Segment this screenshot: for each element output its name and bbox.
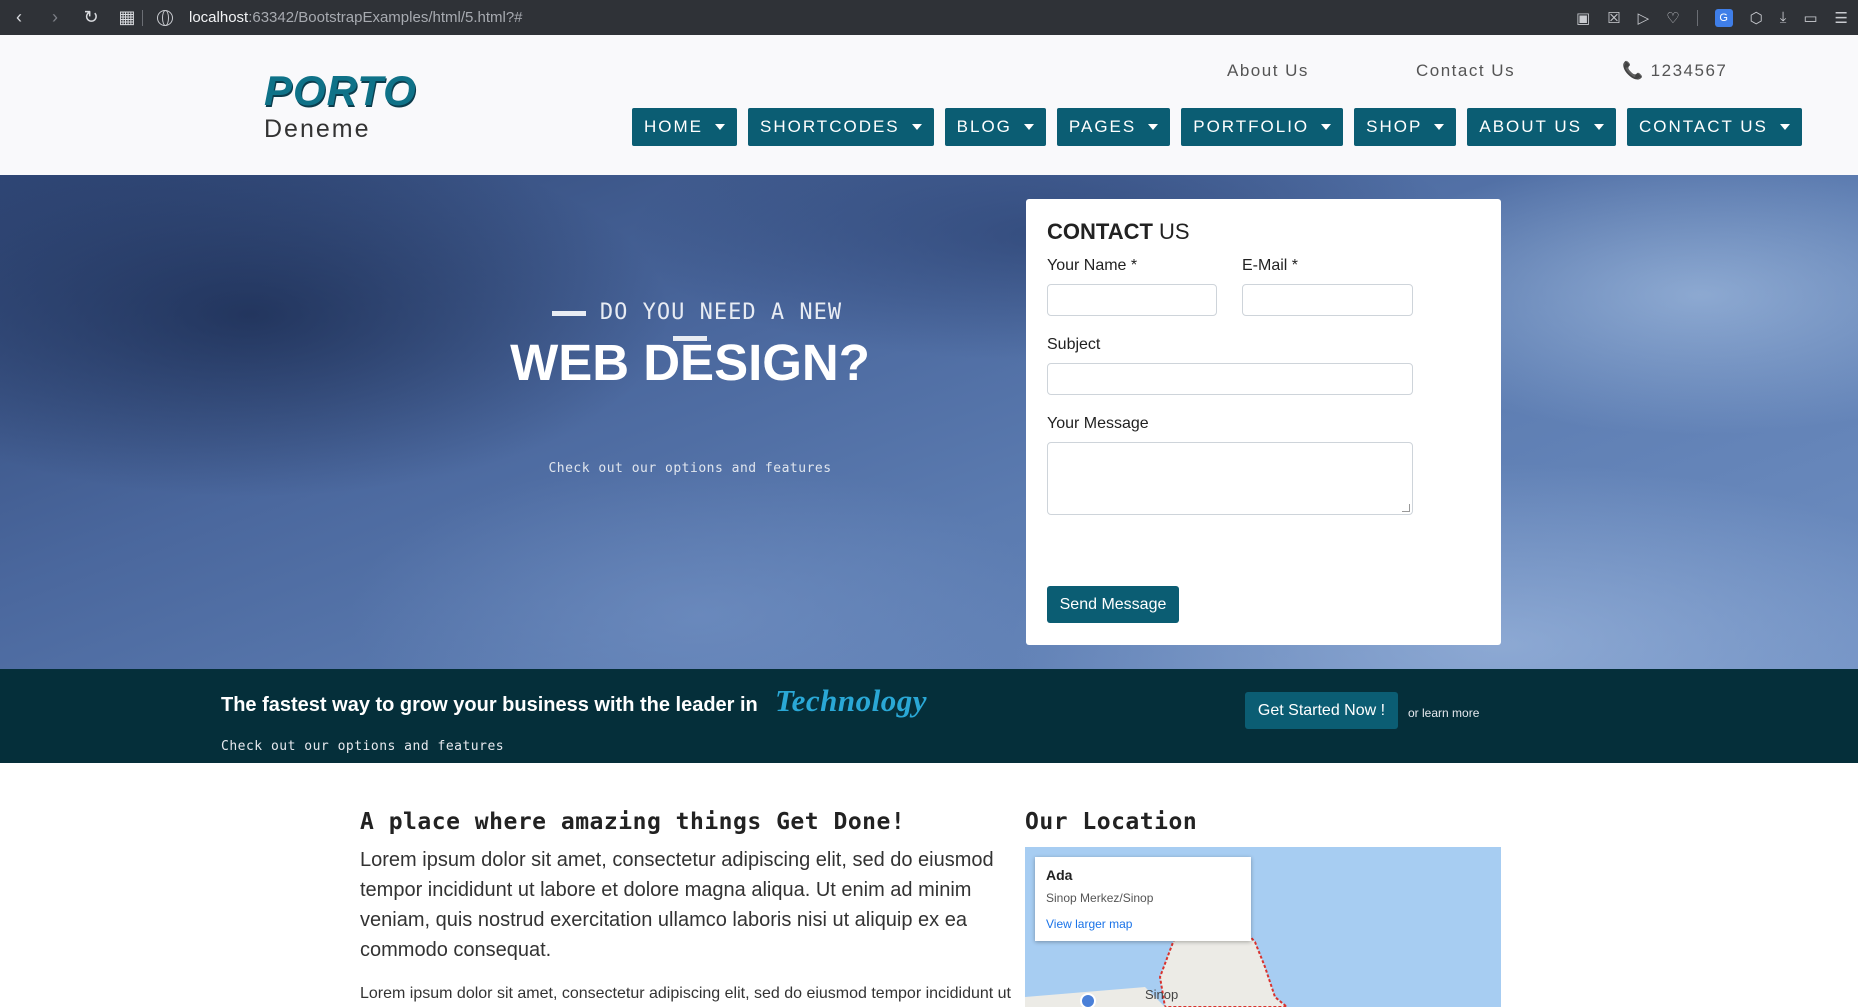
nav-blog[interactable]: BLOG (944, 108, 1046, 146)
top-link-about[interactable]: About Us (1227, 61, 1309, 81)
cta-subtext: Check out our options and features (221, 739, 505, 754)
form-title-bold: CONTACT (1047, 219, 1153, 244)
send-icon[interactable]: ▷ (1638, 9, 1650, 27)
nav-shortcodes[interactable]: SHORTCODES (748, 108, 934, 146)
phone-number: 1234567 (1650, 61, 1728, 80)
message-label: Your Message (1047, 415, 1149, 432)
second-paragraph: Lorem ipsum dolor sit amet, consectetur … (360, 985, 1011, 1002)
nav-label: PAGES (1068, 117, 1137, 136)
hero-title: WEB DESIGN? (510, 334, 870, 391)
message-textarea[interactable] (1047, 442, 1413, 515)
nav-contact-us[interactable]: CONTACT US (1626, 108, 1802, 146)
browser-nav: ‹ › ↻ ▦ (0, 7, 136, 28)
cta-highlight: Technology (775, 683, 927, 718)
download-icon[interactable]: ⤓ (1780, 9, 1787, 26)
cta-band: The fastest way to grow your business wi… (0, 669, 1858, 763)
section-title: A place where amazing things Get Done! (360, 809, 905, 835)
nav-label: BLOG (956, 117, 1012, 136)
caret-down-icon (1321, 124, 1332, 130)
map-place-title: Ada (1046, 867, 1073, 883)
contact-form: CONTACT US Your Name * E-Mail * Subject … (1026, 199, 1501, 645)
heart-icon[interactable]: ♡ (1666, 9, 1679, 27)
location-title-bold: Location (1082, 809, 1198, 835)
form-title-rest: US (1152, 219, 1190, 244)
caret-down-icon (1593, 124, 1604, 130)
tabs-grid-icon[interactable]: ▦ (118, 7, 136, 28)
browser-toolbar: ‹ › ↻ ▦ localhost:63342/BootstrapExample… (0, 0, 1858, 35)
nav-pages[interactable]: PAGES (1056, 108, 1171, 146)
cta-headline: The fastest way to grow your business wi… (221, 694, 758, 716)
url-path: :63342/BootstrapExamples/html/5.html?# (248, 9, 523, 26)
caret-down-icon (1779, 124, 1790, 130)
nav-about-us[interactable]: ABOUT US (1467, 108, 1616, 146)
hero-section: DO YOU NEED A NEW WEB DESIGN? Check out … (0, 175, 1858, 669)
caret-down-icon (1023, 124, 1034, 130)
forward-icon[interactable]: › (46, 7, 64, 28)
caret-down-icon (1148, 124, 1159, 130)
get-started-button[interactable]: Get Started Now ! (1245, 692, 1398, 729)
logo-title[interactable]: PORTO (264, 67, 417, 115)
map-info-card: Ada Sinop Merkez/Sinop View larger map (1035, 857, 1251, 941)
section-title-bold: Get Done! (776, 809, 906, 835)
nav-label: CONTACT US (1638, 117, 1768, 136)
caret-down-icon (715, 124, 725, 130)
name-input[interactable] (1047, 284, 1217, 316)
location-map[interactable]: Ada Sinop Merkez/Sinop View larger map S… (1025, 847, 1501, 1007)
cube-icon[interactable]: ⬡ (1750, 9, 1763, 27)
nav-label: HOME (644, 117, 703, 136)
map-pin-icon[interactable] (1080, 993, 1096, 1007)
view-larger-map-link[interactable]: View larger map (1046, 917, 1132, 931)
dash-decoration (551, 310, 586, 316)
toolbar-divider (142, 9, 143, 26)
globe-icon (157, 9, 173, 26)
caret-down-icon (911, 124, 922, 130)
send-message-button[interactable]: Send Message (1047, 586, 1179, 623)
nav-portfolio[interactable]: PORTFOLIO (1181, 108, 1344, 146)
nav-label: SHORTCODES (760, 117, 900, 136)
map-place-subtitle: Sinop Merkez/Sinop (1046, 891, 1154, 905)
hero-subtitle: Check out our options and features (548, 461, 832, 476)
shield-icon[interactable]: ☒ (1607, 9, 1620, 27)
name-label: Your Name * (1047, 257, 1138, 274)
map-city-label: Sinop (1145, 987, 1179, 1002)
browser-actions: ▣ ☒ ▷ ♡ G ⬡ ⤓ ▭ ☰ (1576, 0, 1848, 35)
url-host: localhost (189, 9, 249, 26)
nav-label: PORTFOLIO (1193, 117, 1310, 136)
email-input[interactable] (1242, 284, 1413, 316)
nav-label: SHOP (1366, 117, 1423, 136)
menu-icon[interactable]: ☰ (1835, 9, 1848, 27)
top-phone[interactable]: 📞 1234567 (1622, 61, 1727, 81)
location-title: Our Location (1025, 809, 1197, 835)
phone-icon: 📞 (1622, 61, 1645, 80)
back-icon[interactable]: ‹ (10, 7, 28, 28)
nav-shop[interactable]: SHOP (1354, 108, 1457, 146)
location-title-pre: Our (1025, 809, 1083, 835)
hero-pretitle-text: DO YOU NEED A NEW (599, 300, 843, 325)
battery-icon[interactable]: ▭ (1803, 9, 1817, 27)
translate-icon[interactable]: G (1714, 8, 1733, 27)
subject-label: Subject (1047, 336, 1101, 353)
section-title-pre: A place where amazing things (360, 809, 777, 835)
top-link-contact[interactable]: Contact Us (1416, 61, 1515, 81)
learn-more-link[interactable]: or learn more (1408, 706, 1479, 720)
reload-icon[interactable]: ↻ (82, 7, 100, 28)
main-nav: HOME SHORTCODES BLOG PAGES PORTFOLIO SHO… (632, 108, 1802, 146)
intro-paragraph: Lorem ipsum dolor sit amet, consectetur … (360, 849, 994, 961)
content-section: A place where amazing things Get Done! L… (0, 763, 1858, 1007)
toolbar-divider (1696, 9, 1698, 26)
logo-subtitle: Deneme (264, 115, 371, 143)
camera-icon[interactable]: ▣ (1576, 9, 1590, 27)
site-header: PORTO Deneme About Us Contact Us 📞 123456… (0, 35, 1858, 175)
subject-input[interactable] (1047, 363, 1413, 395)
nav-label: ABOUT US (1479, 117, 1582, 136)
caret-down-icon (1434, 124, 1445, 130)
nav-home[interactable]: HOME (632, 108, 737, 146)
resize-grip-icon[interactable] (1402, 504, 1410, 512)
form-title: CONTACT US (1047, 219, 1190, 245)
email-label: E-Mail * (1242, 257, 1299, 274)
address-bar[interactable]: localhost:63342/BootstrapExamples/html/5… (157, 9, 523, 26)
